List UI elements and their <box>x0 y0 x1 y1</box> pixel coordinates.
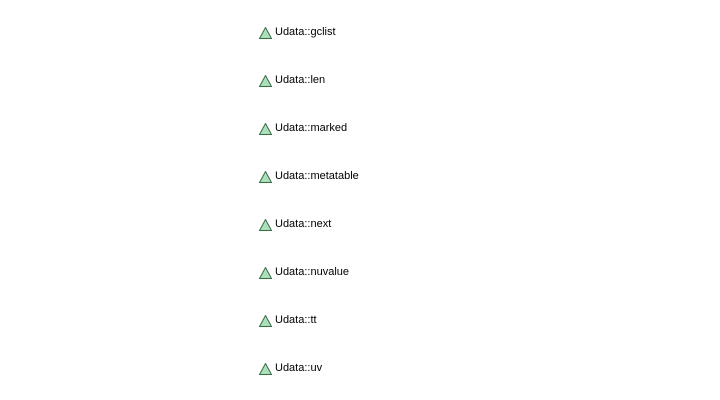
member-label: Udata::tt <box>275 314 317 326</box>
member-label: Udata::next <box>275 218 332 230</box>
triangle-icon <box>259 123 272 135</box>
member-item-nuvalue[interactable]: Udata::nuvalue <box>259 262 359 282</box>
member-list: Udata::gclist Udata::len Udata::marked U… <box>259 22 359 378</box>
member-item-tt[interactable]: Udata::tt <box>259 310 359 330</box>
member-label: Udata::marked <box>275 122 348 134</box>
triangle-icon <box>259 219 272 231</box>
member-item-marked[interactable]: Udata::marked <box>259 118 359 138</box>
member-item-len[interactable]: Udata::len <box>259 70 359 90</box>
triangle-icon <box>259 267 272 279</box>
member-label: Udata::metatable <box>275 170 359 182</box>
triangle-icon <box>259 315 272 327</box>
member-item-metatable[interactable]: Udata::metatable <box>259 166 359 186</box>
triangle-icon <box>259 27 272 39</box>
triangle-icon <box>259 75 272 87</box>
triangle-icon <box>259 363 272 375</box>
member-item-gclist[interactable]: Udata::gclist <box>259 22 359 42</box>
member-label: Udata::gclist <box>275 26 336 38</box>
member-item-next[interactable]: Udata::next <box>259 214 359 234</box>
member-label: Udata::nuvalue <box>275 266 349 278</box>
member-label: Udata::len <box>275 74 326 86</box>
member-item-uv[interactable]: Udata::uv <box>259 358 359 378</box>
member-label: Udata::uv <box>275 362 323 374</box>
triangle-icon <box>259 171 272 183</box>
